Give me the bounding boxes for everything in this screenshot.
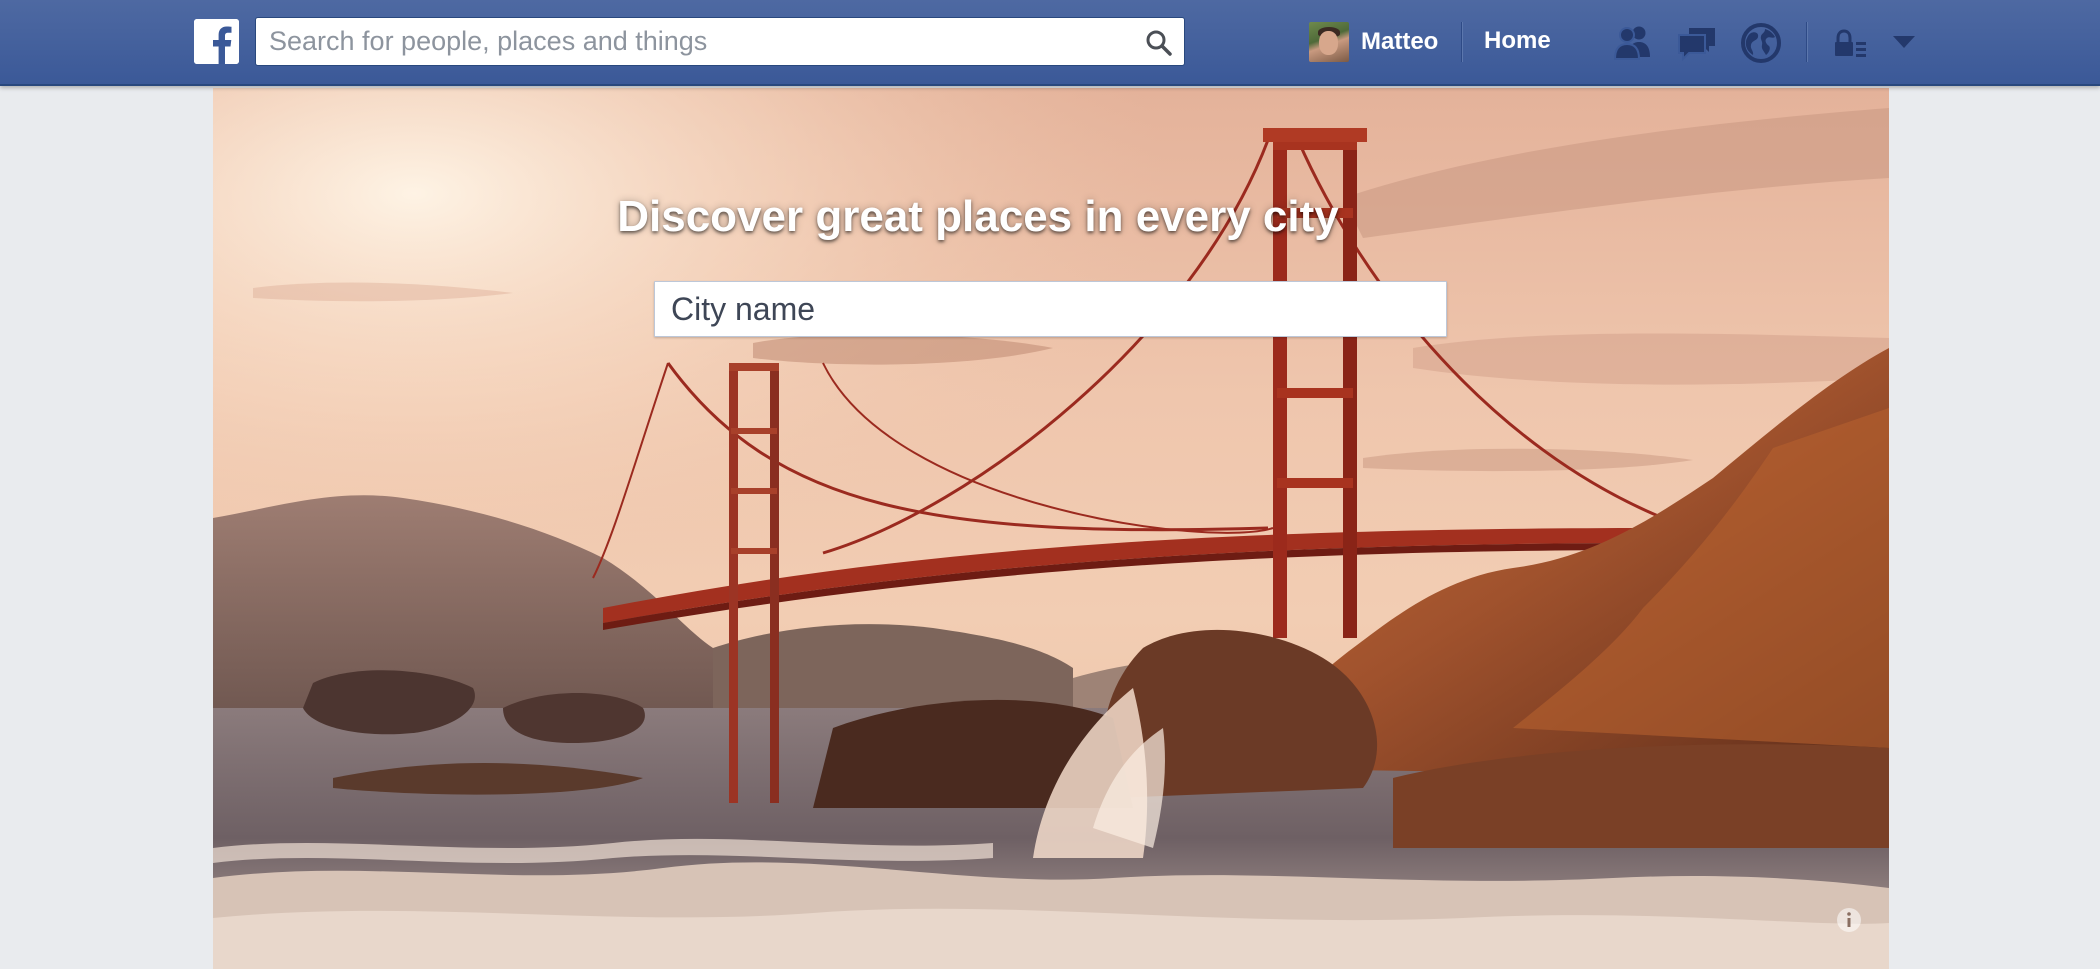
hero-banner: Discover great places in every city (213, 88, 1889, 969)
privacy-shortcuts-icon[interactable] (1830, 21, 1874, 65)
avatar (1309, 22, 1349, 62)
search-bar (255, 17, 1185, 66)
search-input[interactable] (256, 18, 1116, 65)
info-icon[interactable] (1834, 905, 1864, 935)
notifications-globe-icon[interactable] (1739, 21, 1783, 65)
search-icon[interactable] (1144, 28, 1174, 58)
profile-link[interactable]: Matteo (1309, 20, 1438, 64)
top-navigation-bar: Matteo Home (0, 0, 2100, 86)
divider (1806, 22, 1807, 62)
hero-title: Discover great places in every city (617, 192, 1339, 241)
messages-icon[interactable] (1675, 21, 1719, 65)
city-name-input[interactable] (654, 281, 1447, 337)
home-link[interactable]: Home (1484, 27, 1551, 55)
facebook-logo-icon[interactable] (194, 19, 239, 64)
friend-requests-icon[interactable] (1611, 21, 1655, 65)
chevron-down-icon[interactable] (1893, 36, 1915, 50)
user-name: Matteo (1361, 28, 1439, 55)
divider (1461, 22, 1462, 62)
